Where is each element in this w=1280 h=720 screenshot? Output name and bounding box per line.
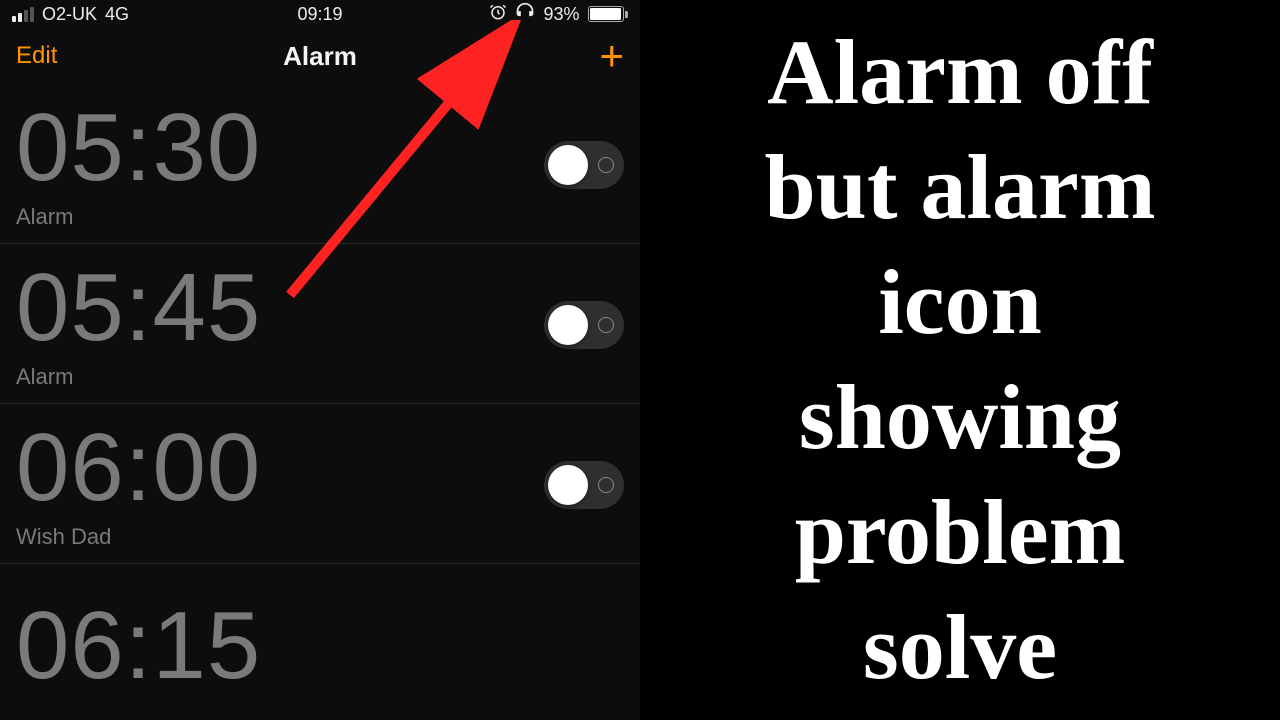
alarm-time: 05:45 xyxy=(16,260,261,356)
alarm-label: Wish Dad xyxy=(16,524,261,550)
alarm-row[interactable]: 06:00 Wish Dad xyxy=(0,404,640,564)
network-label: 4G xyxy=(105,4,129,25)
alarm-icon xyxy=(489,3,507,26)
edit-button[interactable]: Edit xyxy=(16,42,57,70)
alarm-row[interactable]: 05:45 Alarm xyxy=(0,244,640,404)
alarm-list: 05:30 Alarm 05:45 Alarm 06:00 Wish Dad 0… xyxy=(0,84,640,686)
nav-bar: Edit Alarm + xyxy=(0,28,640,84)
clock-label: 09:19 xyxy=(297,4,342,25)
caption-panel: Alarm off but alarm icon showing problem… xyxy=(640,0,1280,720)
alarm-toggle[interactable] xyxy=(544,301,624,349)
battery-icon xyxy=(588,6,629,22)
add-button[interactable]: + xyxy=(599,35,624,77)
headphone-icon xyxy=(515,2,535,27)
alarm-toggle[interactable] xyxy=(544,141,624,189)
alarm-row[interactable]: 05:30 Alarm xyxy=(0,84,640,244)
alarm-row[interactable]: 06:15 xyxy=(0,564,640,686)
signal-icon xyxy=(12,7,34,22)
alarm-toggle[interactable] xyxy=(544,461,624,509)
battery-pct-label: 93% xyxy=(543,4,579,25)
caption-text: Alarm off but alarm icon showing problem… xyxy=(745,5,1176,715)
status-bar: O2-UK 4G 09:19 93% xyxy=(0,0,640,28)
alarm-time: 06:15 xyxy=(16,598,261,686)
alarm-time: 05:30 xyxy=(16,100,261,196)
alarm-label: Alarm xyxy=(16,364,261,390)
alarm-label: Alarm xyxy=(16,204,261,230)
page-title: Alarm xyxy=(283,41,357,72)
carrier-label: O2-UK xyxy=(42,4,97,25)
phone-screen: O2-UK 4G 09:19 93% Edit Alarm + 05:30 xyxy=(0,0,640,720)
alarm-time: 06:00 xyxy=(16,420,261,516)
